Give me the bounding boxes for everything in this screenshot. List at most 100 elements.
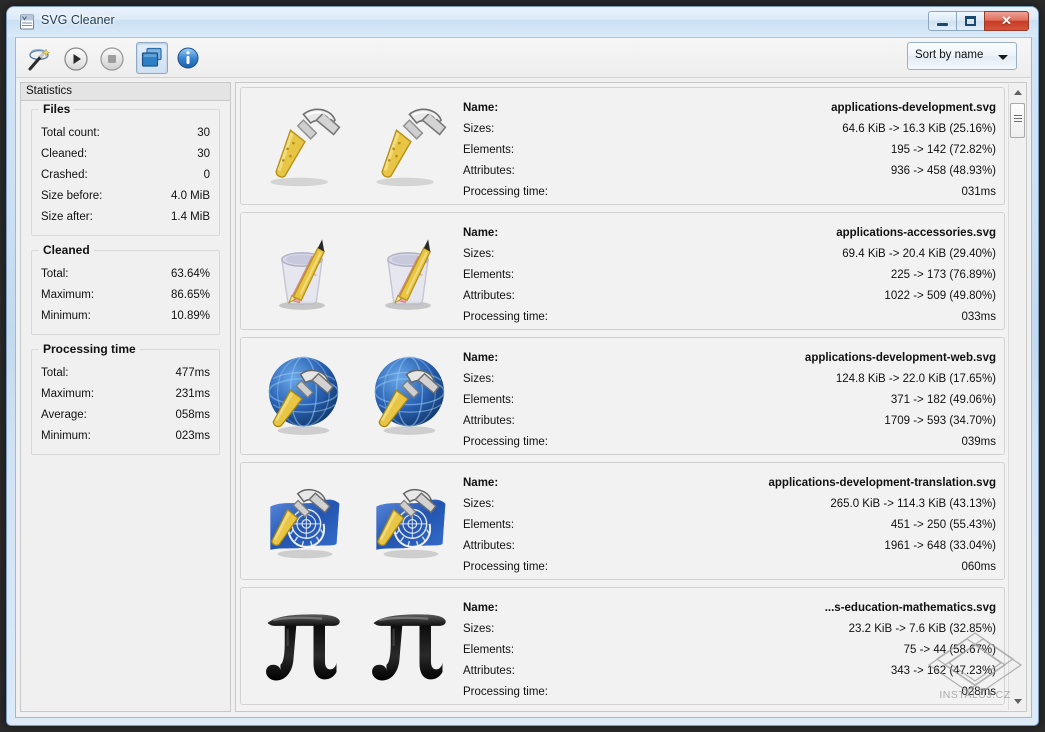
thumbnail-pair [249, 588, 461, 704]
thumbnail-pair [249, 463, 461, 579]
field-label-time: Processing time: [463, 311, 549, 323]
chevron-down-icon [1013, 699, 1022, 704]
result-row-time: Processing time: 033ms [463, 307, 996, 328]
close-button[interactable]: ✕ [984, 11, 1029, 31]
file-sizes: 64.6 KiB -> 16.3 KiB (25.16%) [842, 123, 996, 135]
stats-value: 058ms [175, 409, 210, 421]
start-button[interactable] [60, 42, 92, 74]
scrollbar-up-button[interactable] [1009, 84, 1026, 101]
result-card[interactable]: Name: applications-development-translati… [240, 462, 1005, 580]
result-fields: Name: applications-development.svg Sizes… [463, 98, 996, 203]
file-name: applications-development-translation.svg [768, 477, 996, 489]
result-row-elements: Elements: 371 -> 182 (49.06%) [463, 390, 996, 411]
hammer-icon [376, 108, 447, 187]
file-sizes: 265.0 KiB -> 114.3 KiB (43.13%) [830, 498, 996, 510]
file-name: applications-development.svg [831, 102, 996, 114]
field-label-sizes: Sizes: [463, 373, 495, 385]
file-attributes: 1022 -> 509 (49.80%) [884, 290, 996, 302]
stats-key: Minimum: [41, 430, 91, 442]
result-row-elements: Elements: 75 -> 44 (58.67%) [463, 640, 996, 661]
minimize-button[interactable] [928, 11, 957, 31]
toggle-statistics-button[interactable] [136, 42, 168, 74]
pi-symbol-icon [266, 614, 340, 681]
result-card[interactable]: Name: ...s-education-mathematics.svg Siz… [240, 587, 1005, 705]
result-row-sizes: Sizes: 64.6 KiB -> 16.3 KiB (25.16%) [463, 119, 996, 140]
stats-value: 63.64% [170, 268, 210, 280]
client-area: Sort by name Statistics Files Total coun… [15, 37, 1032, 718]
stats-key: Total: [41, 367, 69, 379]
stats-key: Minimum: [41, 310, 91, 322]
un-flag-hammer-icon [270, 488, 340, 559]
stats-key: Total: [41, 268, 69, 280]
result-fields: Name: applications-accessories.svg Sizes… [463, 223, 996, 328]
about-button[interactable] [172, 42, 204, 74]
pencil-cup-icon [385, 239, 432, 310]
clean-button[interactable] [24, 42, 56, 74]
vertical-scrollbar[interactable] [1008, 84, 1026, 710]
statistics-panel: Statistics Files Total count: 30 Cleaned… [20, 82, 231, 712]
stats-key: Maximum: [41, 388, 95, 400]
maximize-button[interactable] [956, 11, 985, 31]
field-label-sizes: Sizes: [463, 123, 495, 135]
stats-row: Size after: 1.4 MiB [41, 207, 210, 228]
stats-key: Cleaned: [41, 148, 88, 160]
file-name: ...s-education-mathematics.svg [824, 602, 996, 614]
stats-value: 30 [197, 127, 210, 139]
chevron-down-icon [998, 55, 1008, 60]
field-label-elements: Elements: [463, 519, 515, 531]
result-row-attributes: Attributes: 1961 -> 648 (33.04%) [463, 536, 996, 557]
result-row-name: Name: applications-accessories.svg [463, 223, 996, 244]
file-sizes: 23.2 KiB -> 7.6 KiB (32.85%) [848, 623, 996, 635]
stats-value: 1.4 MiB [171, 211, 210, 223]
stats-key: Total count: [41, 127, 100, 139]
result-row-name: Name: applications-development-web.svg [463, 348, 996, 369]
field-label-time: Processing time: [463, 561, 549, 573]
stats-group-title: Processing time [39, 342, 140, 356]
result-row-elements: Elements: 195 -> 142 (72.82%) [463, 140, 996, 161]
result-row-sizes: Sizes: 265.0 KiB -> 114.3 KiB (43.13%) [463, 494, 996, 515]
stats-row: Minimum: 10.89% [41, 306, 210, 327]
stats-row: Total: 477ms [41, 363, 210, 384]
field-label-elements: Elements: [463, 644, 515, 656]
field-label-name: Name: [463, 477, 499, 489]
result-fields: Name: ...s-education-mathematics.svg Siz… [463, 598, 996, 703]
result-row-name: Name: applications-development.svg [463, 98, 996, 119]
scrollbar-thumb[interactable] [1010, 103, 1025, 138]
field-label-sizes: Sizes: [463, 623, 495, 635]
result-row-attributes: Attributes: 1709 -> 593 (34.70%) [463, 411, 996, 432]
result-row-attributes: Attributes: 343 -> 162 (47.23%) [463, 661, 996, 682]
result-row-attributes: Attributes: 936 -> 458 (48.93%) [463, 161, 996, 182]
field-label-attributes: Attributes: [463, 415, 515, 427]
file-attributes: 1709 -> 593 (34.70%) [884, 415, 996, 427]
stop-button[interactable] [96, 42, 128, 74]
sort-dropdown[interactable]: Sort by name [907, 42, 1017, 70]
statistics-panel-body: Files Total count: 30 Cleaned: 30 Crashe… [20, 101, 231, 712]
window-title: SVG Cleaner [41, 13, 115, 27]
stats-group-title: Cleaned [39, 243, 94, 257]
hammer-icon [270, 108, 341, 187]
toolbar: Sort by name [16, 38, 1031, 78]
globe-hammer-icon [374, 356, 445, 435]
file-time: 039ms [961, 436, 996, 448]
stats-group-title: Files [39, 102, 75, 116]
field-label-name: Name: [463, 227, 499, 239]
stats-key: Crashed: [41, 169, 88, 181]
chevron-up-icon [1013, 90, 1022, 95]
scrollbar-down-button[interactable] [1009, 693, 1026, 710]
stats-group-processing-time: Processing time Total: 477ms Maximum: 23… [31, 342, 220, 455]
field-label-attributes: Attributes: [463, 665, 515, 677]
globe-hammer-icon [268, 356, 339, 435]
stats-value: 4.0 MiB [171, 190, 210, 202]
magic-wand-icon [28, 48, 51, 71]
stats-value: 023ms [175, 430, 210, 442]
field-label-attributes: Attributes: [463, 290, 515, 302]
file-time: 031ms [961, 186, 996, 198]
result-row-sizes: Sizes: 124.8 KiB -> 22.0 KiB (17.65%) [463, 369, 996, 390]
result-card[interactable]: Name: applications-development.svg Sizes… [240, 87, 1005, 205]
result-row-sizes: Sizes: 23.2 KiB -> 7.6 KiB (32.85%) [463, 619, 996, 640]
stats-group-cleaned: Cleaned Total: 63.64% Maximum: 86.65% Mi… [31, 243, 220, 335]
thumbnail-pair [249, 88, 461, 204]
result-card[interactable]: Name: applications-development-web.svg S… [240, 337, 1005, 455]
result-row-time: Processing time: 039ms [463, 432, 996, 453]
result-card[interactable]: Name: applications-accessories.svg Sizes… [240, 212, 1005, 330]
